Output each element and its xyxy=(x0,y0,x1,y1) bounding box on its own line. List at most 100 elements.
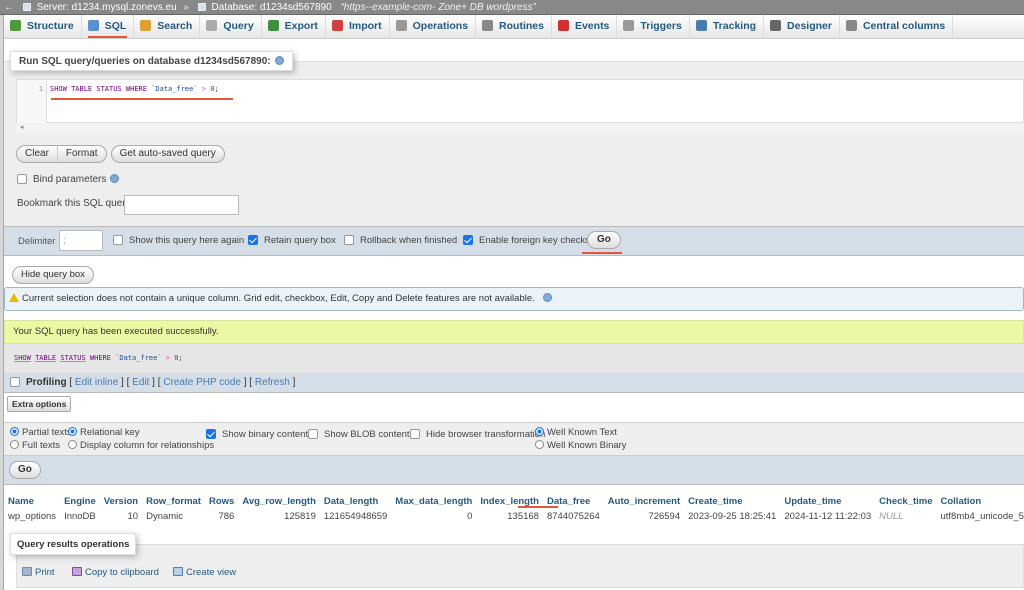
scroll-left-icon[interactable]: ◂ xyxy=(20,124,24,131)
partial-texts-radio[interactable] xyxy=(10,427,19,436)
top-tabs: Structure SQL Search Query Export Import Opera… xyxy=(4,15,1024,39)
tab-search[interactable]: Search xyxy=(134,15,201,39)
routines-icon xyxy=(482,20,494,31)
go-button[interactable]: Go xyxy=(587,231,621,249)
sql-query-text[interactable]: SHOW TABLE STATUS WHERE `Data_free` > 0; xyxy=(50,85,219,93)
column-header-version[interactable]: Version xyxy=(100,494,142,509)
profiling-bar: Profiling [ Edit inline ] [ Edit ] [ Cre… xyxy=(4,373,1024,393)
tab-label: Tracking xyxy=(712,20,757,32)
tab-query[interactable]: Query xyxy=(200,15,262,39)
column-header-create-time[interactable]: Create_time xyxy=(684,494,780,509)
tab-tracking[interactable]: Tracking xyxy=(690,15,765,39)
display-column-option: Display column for relationships xyxy=(68,440,214,451)
sql-token: ; xyxy=(214,85,219,93)
cell-collation: utf8mb4_unicode_520_ci xyxy=(940,510,1024,522)
show-query-again-checkbox[interactable] xyxy=(113,235,123,245)
foreign-key-checks-checkbox[interactable] xyxy=(463,235,473,245)
tab-label: Query xyxy=(223,20,254,32)
executed-query-box: SHOW TABLE STATUS WHERE `Data_free` > 0; xyxy=(4,344,1024,373)
show-query-again-label: Show this query here again xyxy=(129,235,245,246)
unique-column-notice: Current selection does not contain a uni… xyxy=(4,287,1024,311)
column-header-rows[interactable]: Rows xyxy=(205,494,238,509)
full-texts-option: Full texts xyxy=(10,440,60,451)
column-header-update-time[interactable]: Update_time xyxy=(780,494,875,509)
breadcrumb-server[interactable]: Server: d1234.mysql.zonevs.eu xyxy=(37,0,177,15)
sql-editor[interactable]: 1 SHOW TABLE STATUS WHERE `Data_free` > … xyxy=(16,79,1024,124)
tab-designer[interactable]: Designer xyxy=(764,15,840,39)
column-header-collation[interactable]: Collation xyxy=(937,494,1024,509)
format-button[interactable]: Format xyxy=(57,145,107,163)
show-binary-checkbox[interactable] xyxy=(206,429,216,439)
wkt-option: Well Known Text xyxy=(535,427,617,438)
sql-token: WHERE xyxy=(89,354,111,362)
help-icon[interactable] xyxy=(274,56,284,65)
editor-horizontal-scrollbar[interactable]: ◂ xyxy=(16,123,1024,133)
hide-query-box-button[interactable]: Hide query box xyxy=(12,266,94,284)
get-auto-saved-query-button[interactable]: Get auto-saved query xyxy=(110,145,225,163)
foreign-key-checks-label: Enable foreign key checks xyxy=(479,235,590,246)
table-row: wp_options InnoDB 10 Dynamic 786 125819 121654… xyxy=(4,509,1024,523)
extra-options-button[interactable]: Extra options xyxy=(7,396,72,412)
retain-query-box-checkbox[interactable] xyxy=(248,235,258,245)
column-header-name[interactable]: Name xyxy=(4,494,60,509)
delimiter-input[interactable]: ; xyxy=(59,230,103,251)
print-button[interactable]: Print xyxy=(16,565,61,581)
column-header-engine[interactable]: Engine xyxy=(60,494,100,509)
column-header-row-format[interactable]: Row_format xyxy=(142,494,205,509)
create-view-button[interactable]: Create view xyxy=(167,565,242,581)
display-column-radio[interactable] xyxy=(68,440,77,449)
sql-panel-title: Run SQL query/queries on database d1234s… xyxy=(19,56,271,67)
bookmark-input[interactable] xyxy=(124,195,239,215)
show-blob-checkbox[interactable] xyxy=(308,429,318,439)
notice-text: Current selection does not contain a uni… xyxy=(22,293,535,304)
cell-data-free: 8744075264 xyxy=(546,510,600,522)
column-header-max-data-length[interactable]: Max_data_length xyxy=(391,494,476,509)
bind-parameters-checkbox[interactable] xyxy=(17,174,27,184)
notice-help-icon[interactable] xyxy=(542,293,552,302)
tab-triggers[interactable]: Triggers xyxy=(617,15,690,39)
tab-sql[interactable]: SQL xyxy=(82,15,135,39)
relational-key-radio[interactable] xyxy=(68,427,77,436)
column-header-auto-increment[interactable]: Auto_increment xyxy=(604,494,684,509)
bind-parameters-help-icon[interactable] xyxy=(110,174,120,183)
wkb-radio[interactable] xyxy=(535,440,544,449)
profiling-checkbox[interactable] xyxy=(10,377,20,387)
copy-to-clipboard-label: Copy to clipboard xyxy=(85,567,159,578)
show-query-again-option: Show this query here again xyxy=(113,235,244,246)
tab-structure[interactable]: Structure xyxy=(4,15,82,39)
breadcrumb-database[interactable]: Database: d1234sd567890 xyxy=(212,0,332,15)
tab-import[interactable]: Import xyxy=(326,15,390,39)
tab-central-columns[interactable]: Central columns xyxy=(840,15,954,39)
sql-token: STATUS xyxy=(60,354,86,362)
show-blob-label: Show BLOB contents xyxy=(324,429,415,440)
display-options-go-button[interactable]: Go xyxy=(9,461,41,479)
query-action-links: [ Edit inline ] [ Edit ] [ Create PHP co… xyxy=(69,377,295,388)
full-texts-radio[interactable] xyxy=(10,440,19,449)
query-highlight-underline xyxy=(51,98,233,100)
link-edit-inline[interactable]: Edit inline xyxy=(75,377,118,388)
hide-transformation-checkbox[interactable] xyxy=(410,429,420,439)
triggers-icon xyxy=(623,20,635,31)
relational-key-label: Relational key xyxy=(80,427,140,438)
link-refresh[interactable]: Refresh xyxy=(255,377,290,388)
clear-button[interactable]: Clear xyxy=(16,145,58,163)
cell-auto-increment: 726594 xyxy=(648,510,681,522)
sql-token: SHOW xyxy=(50,85,67,93)
rollback-label: Rollback when finished xyxy=(360,235,458,246)
breadcrumb-bar: ← Server: d1234.mysql.zonevs.eu » Databa… xyxy=(0,0,1024,15)
column-header-avg-row-length[interactable]: Avg_row_length xyxy=(238,494,320,509)
column-header-data-length[interactable]: Data_length xyxy=(320,494,391,509)
wkt-radio[interactable] xyxy=(535,427,544,436)
collapse-arrow-icon[interactable]: ← xyxy=(0,0,18,15)
link-edit[interactable]: Edit xyxy=(132,377,149,388)
tab-routines[interactable]: Routines xyxy=(476,15,552,39)
copy-to-clipboard-button[interactable]: Copy to clipboard xyxy=(66,565,165,581)
tab-export[interactable]: Export xyxy=(262,15,326,39)
link-create-php-code[interactable]: Create PHP code xyxy=(163,377,241,388)
tab-operations[interactable]: Operations xyxy=(390,15,477,39)
tab-label: Events xyxy=(574,20,610,32)
rollback-checkbox[interactable] xyxy=(344,235,354,245)
tab-events[interactable]: Events xyxy=(552,15,618,39)
display-column-label: Display column for relationships xyxy=(80,440,215,451)
column-header-check-time[interactable]: Check_time xyxy=(875,494,936,509)
